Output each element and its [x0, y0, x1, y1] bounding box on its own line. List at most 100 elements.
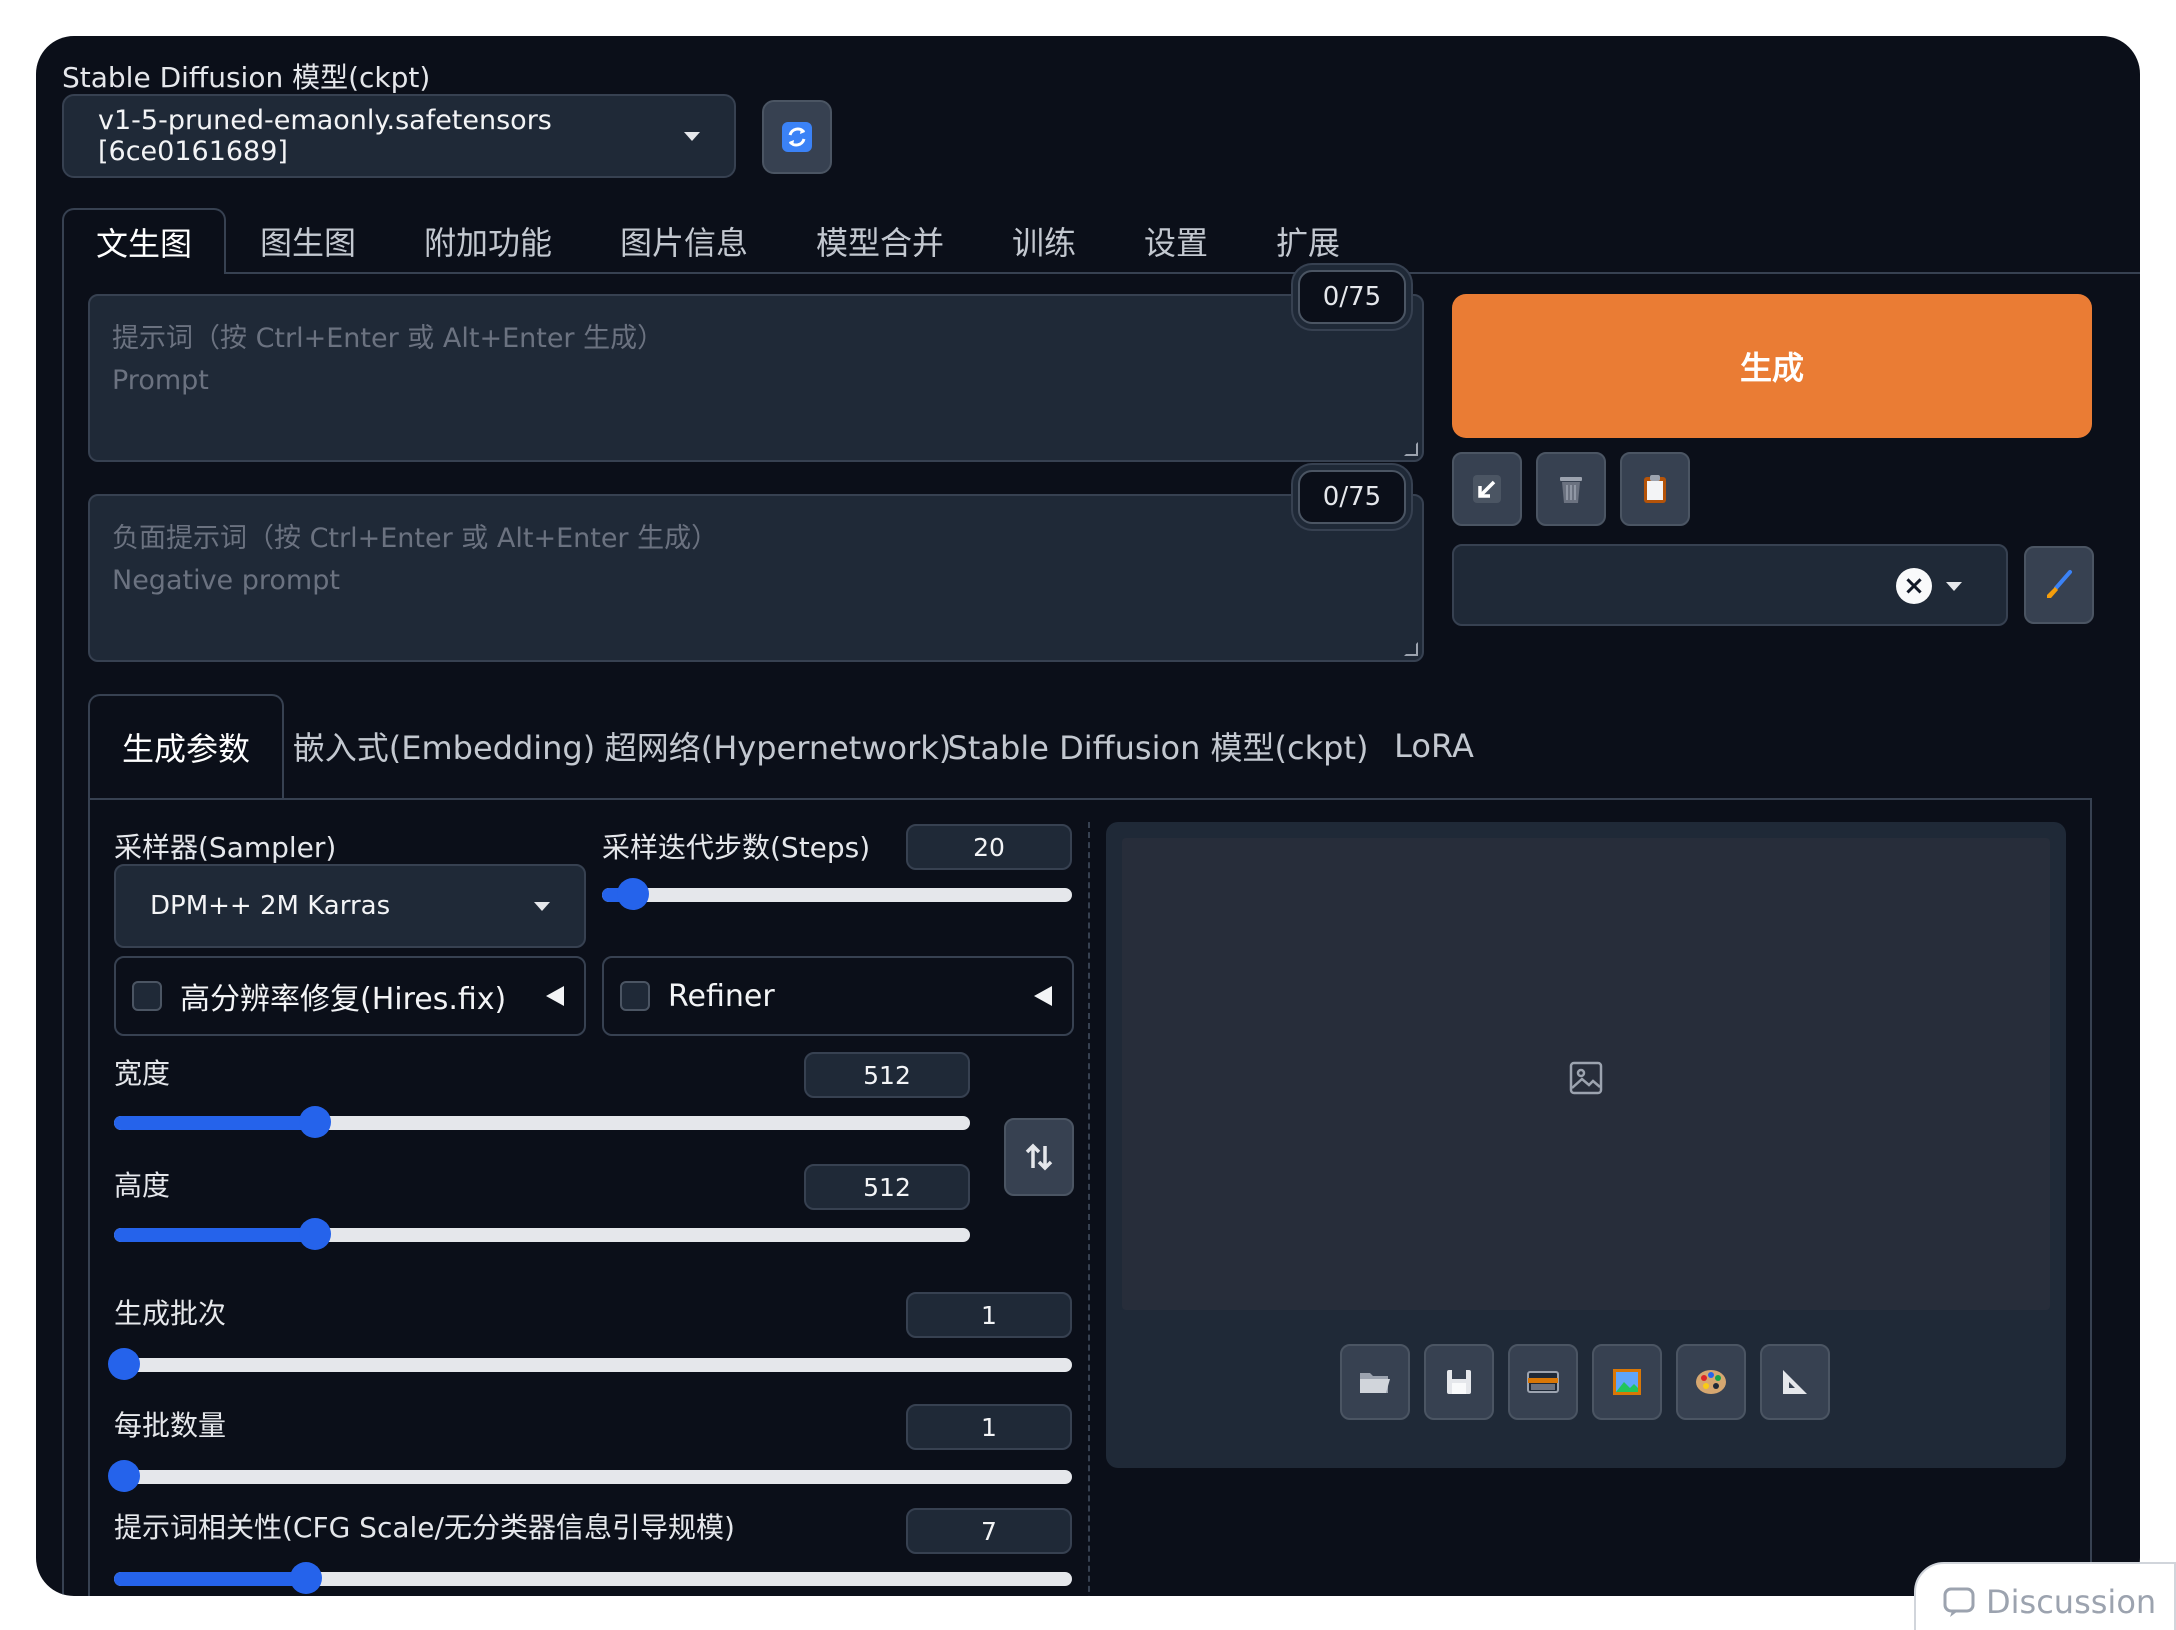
slider-track: [114, 1358, 1072, 1372]
refresh-icon: [782, 122, 812, 152]
batch-count-slider[interactable]: [108, 1348, 1072, 1380]
image-placeholder-icon: [1569, 1061, 1603, 1095]
tab-checkpoint-merger[interactable]: 模型合并: [782, 208, 978, 274]
trash-icon: [1560, 477, 1582, 503]
chevron-down-icon: [1946, 582, 1962, 591]
picture-icon: [1613, 1369, 1641, 1395]
cfg-scale-input[interactable]: 7: [906, 1508, 1072, 1554]
slider-track: [114, 1470, 1072, 1484]
tab-img2img[interactable]: 图生图: [226, 208, 390, 274]
sampler-label: 采样器(Sampler): [114, 831, 337, 864]
height-label: 高度: [114, 1169, 171, 1202]
paintbrush-icon: [2047, 570, 2072, 598]
refiner-label: Refiner: [668, 978, 775, 1014]
model-select-dropdown[interactable]: v1-5-pruned-emaonly.safetensors [6ce0161…: [62, 94, 736, 178]
clear-prompt-button[interactable]: [1536, 452, 1606, 526]
refiner-checkbox[interactable]: [620, 981, 650, 1011]
discussion-button[interactable]: Discussion: [1914, 1562, 2176, 1630]
slider-fill: [114, 1228, 316, 1242]
subtab-embedding[interactable]: 嵌入式(Embedding): [284, 694, 604, 798]
chevron-down-icon: [534, 901, 550, 911]
collapse-arrow-icon: [546, 986, 564, 1006]
prompt-textarea[interactable]: 提示词（按 Ctrl+Enter 或 Alt+Enter 生成） Prompt: [88, 294, 1424, 462]
model-select-label: Stable Diffusion 模型(ckpt): [62, 61, 431, 94]
slider-thumb[interactable]: [299, 1106, 332, 1138]
steps-slider[interactable]: [602, 878, 1072, 910]
edit-styles-button[interactable]: [2024, 546, 2094, 624]
cfg-scale-label: 提示词相关性(CFG Scale/无分类器信息引导规模): [114, 1511, 735, 1544]
slider-fill: [114, 1572, 306, 1586]
batch-count-label: 生成批次: [114, 1297, 227, 1330]
width-slider[interactable]: [114, 1106, 970, 1138]
discussion-label: Discussion: [1986, 1583, 2157, 1621]
zip-button[interactable]: [1508, 1344, 1578, 1420]
prompt-placeholder-line1: 提示词（按 Ctrl+Enter 或 Alt+Enter 生成）: [112, 323, 665, 354]
hires-fix-checkbox[interactable]: [132, 981, 162, 1011]
sampler-dropdown[interactable]: DPM++ 2M Karras: [114, 864, 586, 948]
column-divider: [1088, 822, 1090, 1596]
subtab-checkpoints[interactable]: Stable Diffusion 模型(ckpt): [948, 694, 1369, 798]
height-input[interactable]: 512: [804, 1164, 970, 1210]
chevron-down-icon: [684, 131, 700, 141]
batch-size-input[interactable]: 1: [906, 1404, 1072, 1450]
negative-prompt-placeholder-line2: Negative prompt: [112, 565, 340, 596]
negative-prompt-placeholder-line1: 负面提示词（按 Ctrl+Enter 或 Alt+Enter 生成）: [112, 523, 719, 554]
resize-handle-icon[interactable]: [1404, 642, 1418, 656]
chat-bubble-icon: [1943, 1587, 1975, 1617]
floppy-disk-icon: [1447, 1370, 1471, 1394]
subtab-generation[interactable]: 生成参数: [88, 694, 284, 798]
send-to-inpaint-button[interactable]: [1676, 1344, 1746, 1420]
cfg-scale-slider[interactable]: [114, 1562, 1072, 1594]
paste-prompt-button[interactable]: [1620, 452, 1690, 526]
steps-input[interactable]: 20: [906, 824, 1072, 870]
send-to-img2img-button[interactable]: [1592, 1344, 1662, 1420]
folder-icon: [1360, 1373, 1390, 1393]
clear-icon[interactable]: ×: [1896, 568, 1932, 604]
swap-dimensions-button[interactable]: [1004, 1118, 1074, 1196]
batch-size-slider[interactable]: [108, 1460, 1072, 1492]
slider-thumb[interactable]: [289, 1562, 322, 1594]
send-to-extras-button[interactable]: [1760, 1344, 1830, 1420]
triangle-ruler-icon: [1783, 1370, 1807, 1394]
slider-fill: [114, 1116, 316, 1130]
save-button[interactable]: [1424, 1344, 1494, 1420]
slider-thumb[interactable]: [108, 1460, 140, 1492]
model-select-value: v1-5-pruned-emaonly.safetensors [6ce0161…: [98, 105, 552, 167]
steps-label: 采样迭代步数(Steps): [602, 831, 871, 864]
resize-handle-icon[interactable]: [1404, 442, 1418, 456]
hires-fix-accordion[interactable]: 高分辨率修复(Hires.fix): [114, 956, 586, 1036]
tab-train[interactable]: 训练: [978, 208, 1110, 274]
open-folder-button[interactable]: [1340, 1344, 1410, 1420]
batch-count-input[interactable]: 1: [906, 1292, 1072, 1338]
prompt-placeholder-line2: Prompt: [112, 365, 209, 396]
generate-button[interactable]: 生成: [1452, 294, 2092, 438]
width-input[interactable]: 512: [804, 1052, 970, 1098]
slider-thumb[interactable]: [108, 1348, 140, 1380]
height-slider[interactable]: [114, 1218, 970, 1250]
refresh-models-button[interactable]: [762, 100, 832, 174]
tab-extensions[interactable]: 扩展: [1242, 208, 1374, 274]
collapse-arrow-icon: [1034, 986, 1052, 1006]
sampler-value: DPM++ 2M Karras: [150, 891, 391, 921]
arrow-down-left-icon: [1473, 475, 1501, 503]
subtab-hypernetwork[interactable]: 超网络(Hypernetwork): [604, 694, 952, 798]
batch-size-label: 每批数量: [114, 1409, 227, 1442]
prompt-token-counter: 0/75: [1298, 270, 1406, 324]
clipboard-icon: [1644, 475, 1666, 503]
tab-txt2img[interactable]: 文生图: [62, 208, 226, 274]
slider-track: [602, 888, 1072, 902]
subtab-lora[interactable]: LoRA: [1364, 694, 1504, 798]
styles-dropdown[interactable]: ×: [1452, 544, 2008, 626]
hires-fix-label: 高分辨率修复(Hires.fix): [180, 982, 507, 1017]
tab-extras[interactable]: 附加功能: [390, 208, 586, 274]
palette-icon: [1696, 1370, 1726, 1394]
tab-png-info[interactable]: 图片信息: [586, 208, 782, 274]
read-params-button[interactable]: [1452, 452, 1522, 526]
swap-arrows-icon: [1025, 1143, 1053, 1171]
webui-app: Stable Diffusion 模型(ckpt) v1-5-pruned-em…: [36, 36, 2140, 1596]
refiner-accordion[interactable]: Refiner: [602, 956, 1074, 1036]
negative-prompt-token-counter: 0/75: [1298, 470, 1406, 524]
negative-prompt-textarea[interactable]: 负面提示词（按 Ctrl+Enter 或 Alt+Enter 生成） Negat…: [88, 494, 1424, 662]
slider-thumb[interactable]: [299, 1218, 332, 1250]
tab-settings[interactable]: 设置: [1110, 208, 1242, 274]
